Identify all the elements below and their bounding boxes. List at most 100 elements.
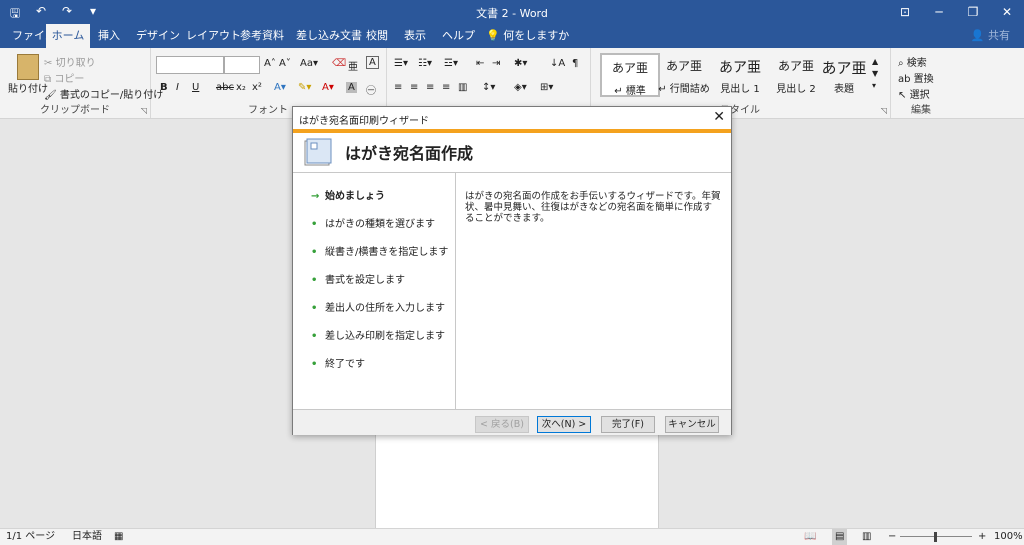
step-item[interactable]: → 始めましょう bbox=[311, 187, 385, 202]
clipboard-group-label: クリップボード bbox=[40, 105, 110, 116]
zoom-level[interactable]: 100% bbox=[994, 529, 1023, 545]
enclosed-char-icon[interactable]: ㊀ bbox=[366, 82, 376, 97]
next-button[interactable]: 次へ(N) > bbox=[537, 416, 591, 433]
highlight-icon[interactable]: ✎▾ bbox=[298, 82, 311, 93]
grow-font-icon[interactable]: A˄ A˅ bbox=[264, 58, 291, 69]
postcard-wizard-dialog: はがき宛名面印刷ウィザード ✕ はがき宛名面作成 → 始めましょう • はがきの種類… bbox=[292, 106, 732, 435]
tab-mailings[interactable]: 差し込み文書 bbox=[294, 24, 364, 48]
styles-scroll-icon[interactable]: ▲ ▼ ▾ bbox=[872, 56, 878, 92]
asian-layout-icon[interactable]: ✱▾ bbox=[514, 58, 527, 69]
align-center-icon[interactable]: ≡ bbox=[410, 82, 418, 93]
underline-button[interactable]: U bbox=[192, 82, 199, 93]
replace-button[interactable]: ab 置換 bbox=[898, 70, 934, 85]
ribbon-display-icon[interactable]: ⊡ bbox=[888, 0, 922, 24]
font-name-combo[interactable] bbox=[156, 56, 224, 74]
tell-me-label: 何をしますか bbox=[503, 29, 570, 42]
share-button[interactable]: 👤 共有 bbox=[971, 24, 1010, 48]
shading-icon[interactable]: ◈▾ bbox=[514, 82, 527, 93]
dialog-launcher-icon[interactable]: ◹ bbox=[881, 106, 887, 115]
close-window-button[interactable]: ✕ bbox=[990, 0, 1024, 24]
char-border-icon[interactable]: A bbox=[366, 56, 379, 69]
font-size-combo[interactable] bbox=[224, 56, 260, 74]
arrow-right-icon: → bbox=[311, 191, 320, 202]
strikethrough-button[interactable]: abc bbox=[216, 82, 234, 93]
bold-button[interactable]: B bbox=[160, 82, 168, 93]
cut-button[interactable]: ✂ 切り取り bbox=[44, 54, 96, 69]
sort-icon[interactable]: ↓A bbox=[550, 58, 565, 69]
window-title: 文書 2 - Word bbox=[476, 7, 548, 20]
paste-button[interactable]: 貼り付け bbox=[8, 54, 48, 95]
align-left-icon[interactable]: ≡ bbox=[394, 82, 402, 93]
decrease-indent-icon[interactable]: ⇤ bbox=[476, 58, 484, 69]
style-heading-1[interactable]: あア亜 見出し 1 bbox=[712, 53, 768, 95]
replace-icon: ab bbox=[898, 74, 911, 85]
tab-insert[interactable]: 挿入 bbox=[96, 24, 122, 48]
zoom-slider-thumb[interactable] bbox=[934, 532, 937, 542]
dialog-body: → 始めましょう • はがきの種類を選びます • 縦書き/横書きを指定します • 書式を… bbox=[293, 173, 731, 409]
zoom-in-icon[interactable]: + bbox=[978, 529, 986, 545]
step-item[interactable]: • 縦書き/横書きを指定します bbox=[311, 243, 448, 258]
tab-review[interactable]: 校閲 bbox=[364, 24, 390, 48]
minimize-button[interactable]: ─ bbox=[922, 0, 956, 24]
zoom-out-icon[interactable]: − bbox=[888, 529, 896, 545]
clear-format-icon[interactable]: ⌫ bbox=[332, 58, 346, 69]
step-item[interactable]: • はがきの種類を選びます bbox=[311, 215, 435, 230]
font-color-icon[interactable]: A▾ bbox=[322, 82, 334, 93]
style-label: ↵ 行間詰め bbox=[658, 84, 710, 95]
borders-icon[interactable]: ⊞▾ bbox=[540, 82, 553, 93]
page-count[interactable]: 1/1 ページ bbox=[6, 529, 55, 545]
step-item[interactable]: • 差出人の住所を入力します bbox=[311, 299, 445, 314]
text-effects-icon[interactable]: A▾ bbox=[274, 82, 286, 93]
bullet-icon: • bbox=[311, 247, 318, 258]
show-marks-icon[interactable]: ¶ bbox=[572, 58, 578, 69]
print-layout-icon[interactable]: ▤ bbox=[832, 529, 848, 545]
macro-icon[interactable]: ▦ bbox=[114, 529, 123, 545]
increase-indent-icon[interactable]: ⇥ bbox=[492, 58, 500, 69]
style-no-spacing[interactable]: あア亜 ↵ 行間詰め bbox=[656, 53, 712, 95]
style-normal[interactable]: あア亜 ↵ 標準 bbox=[600, 53, 660, 97]
justify-icon[interactable]: ≡ bbox=[442, 82, 450, 93]
tab-layout[interactable]: レイアウト bbox=[184, 24, 243, 48]
tab-design[interactable]: デザイン bbox=[134, 24, 182, 48]
step-item[interactable]: • 書式を設定します bbox=[311, 271, 405, 286]
style-title[interactable]: あア亜 表題 bbox=[816, 53, 872, 95]
back-button[interactable]: < 戻る(B) bbox=[475, 416, 529, 433]
tab-references[interactable]: 参考資料 bbox=[238, 24, 286, 48]
select-button[interactable]: ↖ 選択 bbox=[898, 86, 930, 101]
superscript-button[interactable]: x² bbox=[252, 82, 262, 93]
line-spacing-icon[interactable]: ↕▾ bbox=[482, 82, 495, 93]
lightbulb-icon: 💡 bbox=[486, 29, 500, 42]
copy-button[interactable]: ⧉ コピー bbox=[44, 70, 84, 85]
find-button[interactable]: ⌕ 検索 bbox=[898, 54, 927, 69]
char-shading-icon[interactable]: A bbox=[346, 82, 357, 93]
italic-button[interactable]: I bbox=[176, 82, 179, 93]
align-right-icon[interactable]: ≡ bbox=[426, 82, 434, 93]
tab-view[interactable]: 表示 bbox=[402, 24, 428, 48]
distributed-icon[interactable]: ▥ bbox=[458, 82, 467, 93]
scissors-icon: ✂ bbox=[44, 58, 53, 69]
step-item[interactable]: • 終了です bbox=[311, 355, 365, 370]
step-item[interactable]: • 差し込み印刷を指定します bbox=[311, 327, 445, 342]
language-indicator[interactable]: 日本語 bbox=[72, 529, 102, 545]
finish-button[interactable]: 完了(F) bbox=[601, 416, 655, 433]
numbering-icon[interactable]: ☷▾ bbox=[418, 58, 432, 69]
multilevel-list-icon[interactable]: ☲▾ bbox=[444, 58, 458, 69]
cancel-button[interactable]: キャンセル bbox=[665, 416, 719, 433]
read-mode-icon[interactable]: 📖 bbox=[804, 529, 816, 545]
clipboard-icon bbox=[17, 54, 39, 80]
bullets-icon[interactable]: ☰▾ bbox=[394, 58, 408, 69]
tell-me-search[interactable]: 💡 何をしますか bbox=[486, 24, 569, 48]
dialog-launcher-icon[interactable]: ◹ bbox=[141, 106, 147, 115]
change-case-icon[interactable]: Aa▾ bbox=[300, 58, 318, 69]
web-layout-icon[interactable]: ▥ bbox=[862, 529, 871, 545]
restore-button[interactable]: ❐ bbox=[956, 0, 990, 24]
close-icon[interactable]: ✕ bbox=[713, 109, 725, 125]
tab-home[interactable]: ホーム bbox=[46, 24, 90, 48]
step-label: はがきの種類を選びます bbox=[325, 219, 435, 230]
tab-help[interactable]: ヘルプ bbox=[440, 24, 477, 48]
replace-label: 置換 bbox=[913, 74, 934, 85]
subscript-button[interactable]: x₂ bbox=[236, 82, 246, 93]
format-painter-button[interactable]: 🖌 書式のコピー/貼り付け bbox=[44, 86, 163, 101]
ribbon-tabs: ファイル ホーム 挿入 デザイン レイアウト 参考資料 差し込み文書 校閲 表示… bbox=[0, 24, 1024, 48]
phonetic-guide-icon[interactable]: 亜 bbox=[348, 58, 358, 73]
